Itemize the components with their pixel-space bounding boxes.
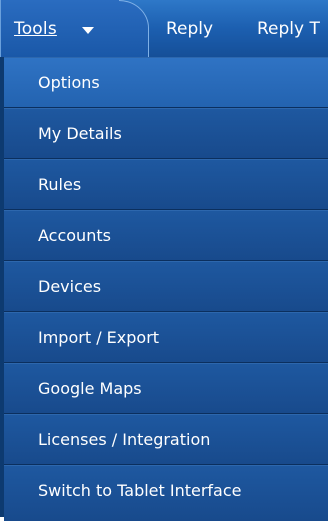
chevron-down-icon[interactable] (82, 27, 94, 34)
menu-item-switch-to-tablet[interactable]: Switch to Tablet Interface (4, 465, 328, 521)
menu-item-options[interactable]: Options (4, 57, 328, 108)
menu-item-devices[interactable]: Devices (4, 261, 328, 312)
reply-button[interactable]: Reply (166, 19, 213, 39)
tools-menu-label[interactable]: Tools (14, 19, 57, 39)
toolbar: Tools Reply Reply T (0, 0, 328, 57)
menu-item-google-maps[interactable]: Google Maps (4, 363, 328, 414)
tools-menu-tab[interactable]: Tools (0, 0, 149, 57)
menu-item-accounts[interactable]: Accounts (4, 210, 328, 261)
menu-item-rules[interactable]: Rules (4, 159, 328, 210)
menu-item-my-details[interactable]: My Details (4, 108, 328, 159)
menu-item-licenses-integration[interactable]: Licenses / Integration (4, 414, 328, 465)
tools-dropdown-menu: Options My Details Rules Accounts Device… (0, 57, 328, 521)
reply-to-button[interactable]: Reply T (257, 19, 320, 39)
menu-item-import-export[interactable]: Import / Export (4, 312, 328, 363)
